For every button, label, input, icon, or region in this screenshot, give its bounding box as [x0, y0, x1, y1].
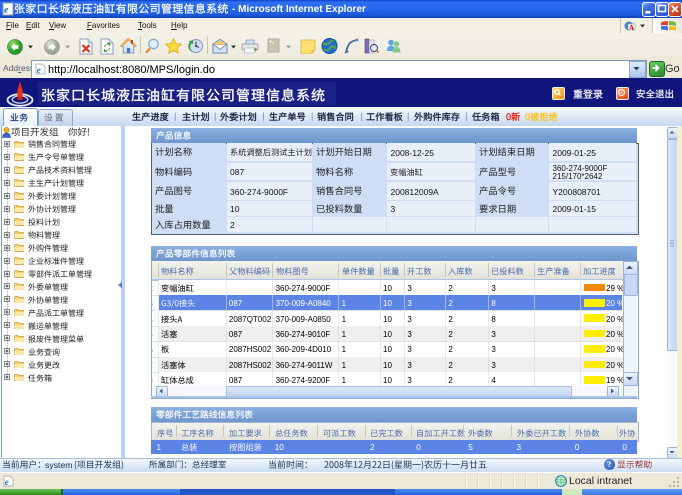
- svg-text:e: e: [5, 477, 9, 487]
- svg-text:?: ?: [607, 460, 611, 469]
- svg-text:e: e: [37, 65, 41, 75]
- svg-text:e: e: [4, 5, 9, 16]
- svg-text:A: A: [629, 24, 634, 31]
